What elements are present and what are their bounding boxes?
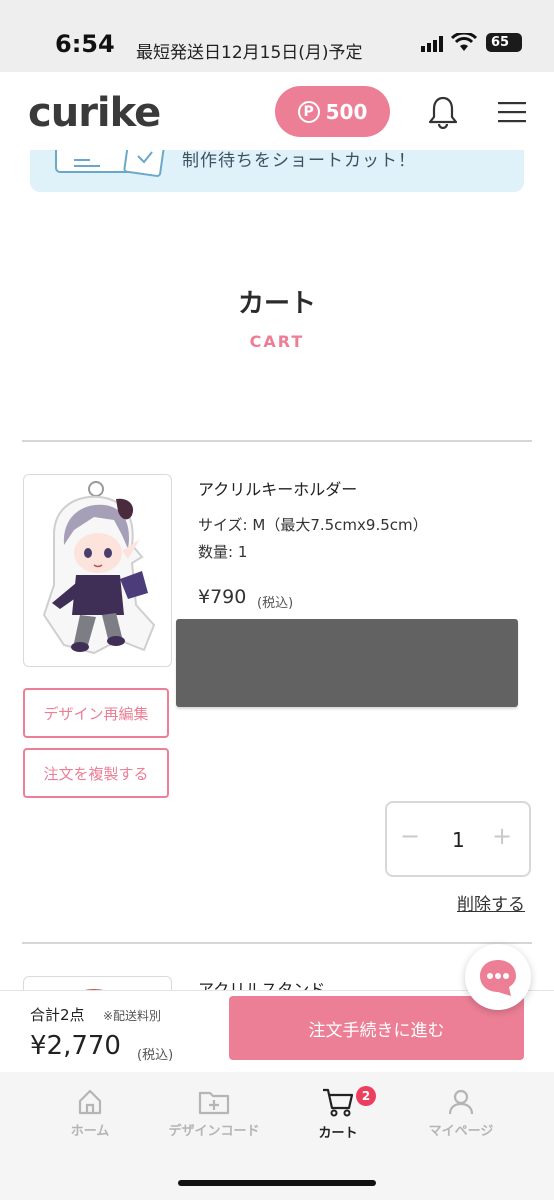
- item-thumbnail[interactable]: [23, 474, 172, 667]
- quantity-value: 1: [452, 828, 465, 852]
- item-size: サイズ: M（最大7.5cmx9.5cm）: [198, 516, 428, 534]
- nav-mypage[interactable]: マイページ: [406, 1088, 516, 1139]
- nav-design-code[interactable]: デザインコード: [159, 1088, 269, 1139]
- page-subtitle: CART: [249, 332, 305, 351]
- nav-cart-label: カート: [318, 1126, 358, 1141]
- chat-button[interactable]: [465, 944, 531, 1010]
- nav-mypage-label: マイページ: [428, 1124, 494, 1139]
- total-tax-label: (税込): [137, 1048, 174, 1063]
- quantity-plus-button[interactable]: +: [492, 822, 512, 850]
- home-icon: [78, 1089, 102, 1115]
- banner-illustration-icon: [55, 150, 165, 177]
- item-price: ¥790: [198, 586, 247, 608]
- acrylic-keychain-image: [42, 481, 156, 655]
- cart-badge: 2: [356, 1086, 376, 1106]
- user-icon: [448, 1089, 474, 1115]
- points-button[interactable]: P 500: [275, 86, 390, 137]
- edit-design-button[interactable]: デザイン再編集: [23, 688, 169, 738]
- duplicate-order-button[interactable]: 注文を複製する: [23, 748, 169, 798]
- total-count: 合計2点: [30, 1006, 85, 1024]
- nav-design-code-label: デザインコード: [168, 1124, 260, 1139]
- delete-link[interactable]: 削除する: [457, 890, 525, 915]
- menu-icon[interactable]: [498, 101, 526, 123]
- nav-cart[interactable]: カート: [283, 1086, 393, 1141]
- bell-icon[interactable]: [428, 95, 458, 129]
- divider: [22, 440, 532, 442]
- nav-home[interactable]: ホーム: [35, 1088, 145, 1139]
- quantity-minus-button[interactable]: −: [400, 822, 420, 850]
- app-logo[interactable]: curike: [28, 90, 161, 136]
- shipping-note: ※配送料別: [103, 1009, 162, 1023]
- folder-add-icon: [198, 1091, 230, 1115]
- chat-icon: [480, 960, 516, 996]
- page-title: カート: [237, 289, 316, 319]
- banner-text[interactable]: 制作待ちをショートカット！: [182, 146, 416, 171]
- total-price: ¥2,770: [30, 1031, 121, 1061]
- status-time: 6:54: [55, 30, 115, 58]
- item-name: アクリルキーホルダー: [198, 480, 358, 499]
- item-tax-label: (税込): [257, 596, 294, 611]
- points-value: 500: [325, 99, 368, 124]
- redacted-area: [176, 619, 518, 707]
- shipping-notice: 最短発送日12月15日(月)予定: [136, 43, 363, 63]
- nav-home-label: ホーム: [70, 1124, 110, 1139]
- battery-icon: 65: [486, 33, 522, 52]
- home-indicator: [178, 1180, 376, 1186]
- signal-icon: [421, 36, 443, 52]
- cart-icon: [323, 1088, 354, 1117]
- points-icon: P: [297, 100, 320, 123]
- item-quantity: 数量: 1: [198, 543, 248, 561]
- wifi-icon: [451, 33, 477, 51]
- divider: [22, 942, 532, 944]
